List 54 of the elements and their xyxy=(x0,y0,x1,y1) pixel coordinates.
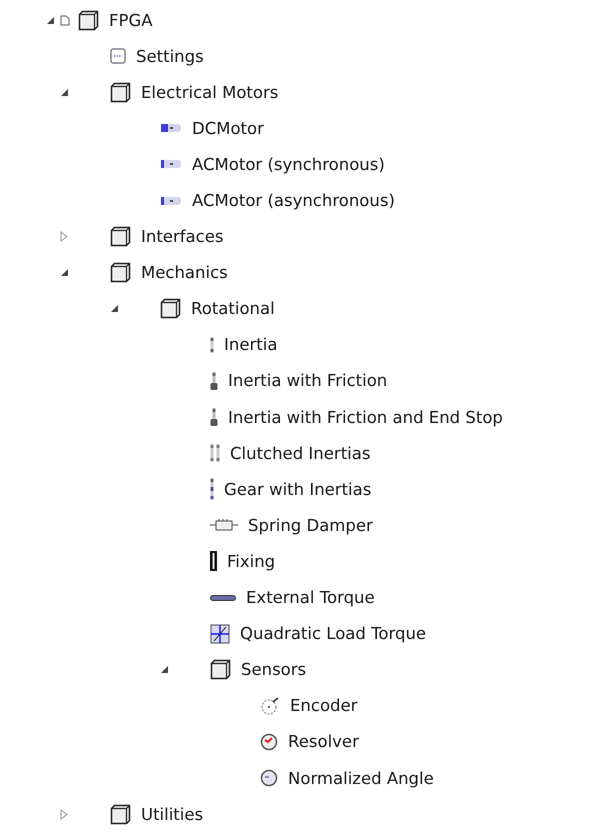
tree-item-label[interactable]: Electrical Motors xyxy=(141,82,278,102)
resolver-icon xyxy=(260,732,278,751)
collapsed-triangle-icon[interactable] xyxy=(60,231,68,242)
expanded-triangle-icon[interactable] xyxy=(60,268,69,278)
motor-icon xyxy=(160,123,182,134)
tree-item-label[interactable]: Resolver xyxy=(288,732,359,752)
tree-item-label[interactable]: Spring Damper xyxy=(248,516,373,535)
expanded-triangle-icon[interactable] xyxy=(46,16,55,25)
tree-item-label[interactable]: Quadratic Load Torque xyxy=(240,624,426,644)
tree-item-label[interactable]: FPGA xyxy=(109,10,153,30)
box-icon xyxy=(78,10,99,31)
inertia-friction-icon xyxy=(210,408,218,426)
motor-icon xyxy=(160,196,182,206)
tree-item-label[interactable]: Utilities xyxy=(141,804,204,824)
tree-item-label[interactable]: Sensors xyxy=(241,660,306,680)
page-icon xyxy=(60,14,70,26)
box-icon xyxy=(110,82,131,103)
clutch-icon xyxy=(210,444,220,462)
tree-item-label[interactable]: Encoder xyxy=(290,696,358,716)
torque-bar-icon xyxy=(210,594,236,601)
box-icon xyxy=(160,298,181,320)
collapsed-triangle-icon[interactable] xyxy=(60,808,68,820)
tree-item-label[interactable]: Fixing xyxy=(227,552,276,571)
expanded-triangle-icon[interactable] xyxy=(60,88,69,97)
tree-item-label[interactable]: Gear with Inertias xyxy=(224,480,372,499)
tree-item-label[interactable]: ACMotor (synchronous) xyxy=(192,154,385,174)
box-icon xyxy=(110,226,131,248)
gear-inertia-icon xyxy=(210,478,214,500)
gauge-icon xyxy=(260,769,278,788)
box-icon xyxy=(110,804,131,825)
encoder-icon xyxy=(260,696,280,716)
tree-item-label[interactable]: Inertia xyxy=(224,335,278,354)
tree-item-label[interactable]: Inertia with Friction and End Stop xyxy=(228,408,503,427)
box-icon xyxy=(210,659,231,680)
motor-icon xyxy=(160,159,182,170)
tree-item-label[interactable]: Mechanics xyxy=(141,263,228,282)
tree-item-label[interactable]: Interfaces xyxy=(141,227,224,246)
tree-item-label[interactable]: Settings xyxy=(136,46,204,66)
expanded-triangle-icon[interactable] xyxy=(160,665,169,674)
tree-item-label[interactable]: External Torque xyxy=(246,588,375,608)
tree-item-label[interactable]: ACMotor (asynchronous) xyxy=(192,191,395,210)
fixing-icon xyxy=(210,551,217,572)
tree-item-label[interactable]: Inertia with Friction xyxy=(228,371,388,390)
spring-damper-icon xyxy=(210,518,238,532)
box-icon xyxy=(110,262,131,284)
inertia-icon xyxy=(210,336,214,353)
tree-item-label[interactable]: Clutched Inertias xyxy=(230,444,370,463)
tree-item-label[interactable]: Normalized Angle xyxy=(288,768,434,788)
expanded-triangle-icon[interactable] xyxy=(110,304,119,314)
tree-item-label[interactable]: DCMotor xyxy=(192,118,264,138)
settings-icon xyxy=(110,48,126,64)
quadratic-load-icon xyxy=(210,624,230,644)
tree-item-label[interactable]: Rotational xyxy=(191,299,275,318)
inertia-friction-icon xyxy=(210,372,218,390)
